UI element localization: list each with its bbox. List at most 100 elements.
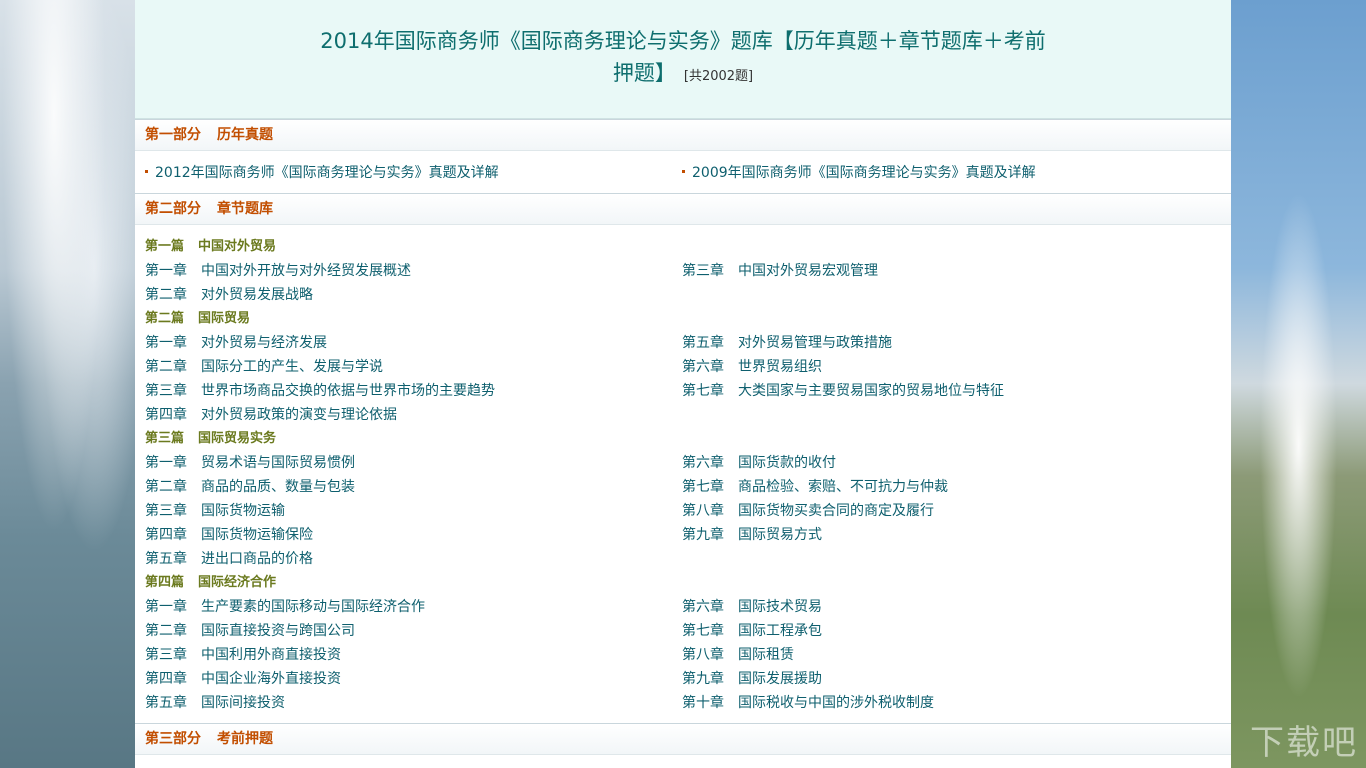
section-name: 考前押题 [217, 731, 273, 747]
question-count: [共2002题] [683, 69, 754, 84]
chapter-link[interactable]: 第四章 国际货物运输保险 [145, 527, 313, 543]
chapter-cell: 第六章 国际货款的收付 [682, 451, 1219, 475]
list-item: 第二章 商品的品质、数量与包装 第七章 商品检验、索赔、不可抗力与仲裁 [145, 475, 1221, 499]
list-item: 第一章 贸易术语与国际贸易惯例 第六章 国际货款的收付 [145, 451, 1221, 475]
chapter-link[interactable]: 第二章 国际直接投资与跨国公司 [145, 623, 355, 639]
link-cell: 2012年国际商务师《国际商务理论与实务》真题及详解 [145, 161, 682, 185]
chapter-cell: 第七章 大类国家与主要贸易国家的贸易地位与特征 [682, 379, 1219, 403]
list-item: 第五章 进出口商品的价格 [145, 547, 1221, 571]
bullet-icon [682, 169, 685, 173]
chapter-cell: 第一章 对外贸易与经济发展 [145, 331, 682, 355]
chapter-link[interactable]: 第二章 国际分工的产生、发展与学说 [145, 359, 383, 375]
list-item: 第一章 生产要素的国际移动与国际经济合作 第六章 国际技术贸易 [145, 595, 1221, 619]
chapter-cell: 第二章 对外贸易发展战略 [145, 283, 682, 307]
chapter-link[interactable]: 第五章 国际间接投资 [145, 695, 285, 711]
list-item: 第四章 对外贸易政策的演变与理论依据 [145, 403, 1221, 427]
list-item: 第三章 中国利用外商直接投资 第八章 国际租赁 [145, 643, 1221, 667]
chapter-link[interactable]: 第六章 国际货款的收付 [682, 455, 836, 471]
chapter-cell: 第四章 国际货物运输保险 [145, 523, 682, 547]
section-label: 第二部分 [145, 201, 201, 217]
chapter-link[interactable]: 第一章 对外贸易与经济发展 [145, 335, 327, 351]
empty-cell [682, 403, 1219, 427]
chapter-link[interactable]: 第八章 国际货物买卖合同的商定及履行 [682, 503, 934, 519]
chapter-cell: 第二章 商品的品质、数量与包装 [145, 475, 682, 499]
chapter-link[interactable]: 第七章 国际工程承包 [682, 623, 822, 639]
list-item: 2012年国际商务师《国际商务理论与实务》真题及详解 2009年国际商务师《国际… [145, 161, 1221, 185]
chapter-link[interactable]: 第一章 贸易术语与国际贸易惯例 [145, 455, 355, 471]
chapter-cell: 第六章 国际技术贸易 [682, 595, 1219, 619]
chapter-link[interactable]: 第三章 国际货物运输 [145, 503, 285, 519]
list-item: 第三章 世界市场商品交换的依据与世界市场的主要趋势 第七章 大类国家与主要贸易国家的… [145, 379, 1221, 403]
section-name: 历年真题 [217, 127, 273, 143]
chapter-cell: 第九章 国际发展援助 [682, 667, 1219, 691]
chapter-cell: 第九章 国际贸易方式 [682, 523, 1219, 547]
chapter-link[interactable]: 第六章 世界贸易组织 [682, 359, 822, 375]
list-item: 第一章 对外贸易与经济发展 第五章 对外贸易管理与政策措施 [145, 331, 1221, 355]
chapter-link[interactable]: 第一章 生产要素的国际移动与国际经济合作 [145, 599, 425, 615]
list-item: 第四章 国际货物运输保险 第九章 国际贸易方式 [145, 523, 1221, 547]
chapter-cell: 第八章 国际货物买卖合同的商定及履行 [682, 499, 1219, 523]
chapter-cell: 第五章 国际间接投资 [145, 691, 682, 715]
list-item: 第一章 中国对外开放与对外经贸发展概述 第三章 中国对外贸易宏观管理 [145, 259, 1221, 283]
background-left-scenery [0, 0, 135, 768]
chapter-cell: 第一章 贸易术语与国际贸易惯例 [145, 451, 682, 475]
chapter-cell: 第六章 世界贸易组织 [682, 355, 1219, 379]
chapter-cell: 第七章 国际工程承包 [682, 619, 1219, 643]
chapter-cell: 第三章 中国利用外商直接投资 [145, 643, 682, 667]
chapter-link[interactable]: 第五章 进出口商品的价格 [145, 551, 313, 567]
section-body-2: 第一篇 中国对外贸易 第一章 中国对外开放与对外经贸发展概述 第三章 中国对外贸易宏观… [135, 225, 1231, 723]
chapter-link[interactable]: 第三章 中国对外贸易宏观管理 [682, 263, 878, 279]
chapter-link[interactable]: 第九章 国际贸易方式 [682, 527, 822, 543]
exam-link-2009[interactable]: 2009年国际商务师《国际商务理论与实务》真题及详解 [692, 165, 1036, 181]
empty-cell [682, 547, 1219, 571]
background-right-scenery: 下载吧 [1231, 0, 1366, 768]
page-title-line2: 押题】 [共2002题] [135, 56, 1231, 94]
chapter-cell: 第一章 中国对外开放与对外经贸发展概述 [145, 259, 682, 283]
chapter-cell: 第三章 世界市场商品交换的依据与世界市场的主要趋势 [145, 379, 682, 403]
exam-link-2012[interactable]: 2012年国际商务师《国际商务理论与实务》真题及详解 [155, 165, 499, 181]
chapter-cell: 第三章 中国对外贸易宏观管理 [682, 259, 1219, 283]
chapter-link[interactable]: 第七章 商品检验、索赔、不可抗力与仲裁 [682, 479, 948, 495]
link-cell: 2009年国际商务师《国际商务理论与实务》真题及详解 [682, 161, 1219, 185]
chapter-link[interactable]: 第三章 世界市场商品交换的依据与世界市场的主要趋势 [145, 383, 495, 399]
chapter-link[interactable]: 第四章 中国企业海外直接投资 [145, 671, 341, 687]
chapter-link[interactable]: 第一章 中国对外开放与对外经贸发展概述 [145, 263, 411, 279]
section-header-2: 第二部分 章节题库 [135, 193, 1231, 225]
chapter-link[interactable]: 第十章 国际税收与中国的涉外税收制度 [682, 695, 934, 711]
chapter-link[interactable]: 第三章 中国利用外商直接投资 [145, 647, 341, 663]
list-item: 第四章 中国企业海外直接投资 第九章 国际发展援助 [145, 667, 1221, 691]
chapter-cell: 第二章 国际分工的产生、发展与学说 [145, 355, 682, 379]
chapter-link[interactable]: 第六章 国际技术贸易 [682, 599, 822, 615]
section-header-3: 第三部分 考前押题 [135, 723, 1231, 755]
section-name: 章节题库 [217, 201, 273, 217]
list-item: 第五章 国际间接投资 第十章 国际税收与中国的涉外税收制度 [145, 691, 1221, 715]
chapter-link[interactable]: 第四章 对外贸易政策的演变与理论依据 [145, 407, 397, 423]
section-body-1: 2012年国际商务师《国际商务理论与实务》真题及详解 2009年国际商务师《国际… [135, 151, 1231, 193]
chapter-cell: 第十章 国际税收与中国的涉外税收制度 [682, 691, 1219, 715]
chapter-cell: 第二章 国际直接投资与跨国公司 [145, 619, 682, 643]
empty-cell [682, 283, 1219, 307]
part-title: 第四篇 国际经济合作 [145, 575, 277, 590]
chapter-cell: 第八章 国际租赁 [682, 643, 1219, 667]
chapter-link[interactable]: 第八章 国际租赁 [682, 647, 794, 663]
part-title: 第一篇 中国对外贸易 [145, 239, 277, 254]
chapter-cell: 第七章 商品检验、索赔、不可抗力与仲裁 [682, 475, 1219, 499]
chapter-link[interactable]: 第九章 国际发展援助 [682, 671, 822, 687]
chapter-link[interactable]: 第二章 对外贸易发展战略 [145, 287, 313, 303]
page-title-line2-text: 押题】 [612, 61, 676, 85]
chapter-link[interactable]: 第二章 商品的品质、数量与包装 [145, 479, 355, 495]
section-label: 第一部分 [145, 127, 201, 143]
chapter-cell: 第一章 生产要素的国际移动与国际经济合作 [145, 595, 682, 619]
chapter-link[interactable]: 第五章 对外贸易管理与政策措施 [682, 335, 892, 351]
content-panel: 2014年国际商务师《国际商务理论与实务》题库【历年真题＋章节题库＋考前 押题】… [135, 0, 1231, 768]
bullet-icon [145, 169, 148, 173]
list-item: 第三章 国际货物运输 第八章 国际货物买卖合同的商定及履行 [145, 499, 1221, 523]
chapter-cell: 第五章 进出口商品的价格 [145, 547, 682, 571]
list-item: 第二章 国际直接投资与跨国公司 第七章 国际工程承包 [145, 619, 1221, 643]
section-label: 第三部分 [145, 731, 201, 747]
page-header: 2014年国际商务师《国际商务理论与实务》题库【历年真题＋章节题库＋考前 押题】… [135, 0, 1231, 119]
page-title-line1: 2014年国际商务师《国际商务理论与实务》题库【历年真题＋章节题库＋考前 [320, 29, 1046, 53]
chapter-cell: 第四章 中国企业海外直接投资 [145, 667, 682, 691]
chapter-link[interactable]: 第七章 大类国家与主要贸易国家的贸易地位与特征 [682, 383, 1004, 399]
watermark-logo: 下载吧 [1250, 723, 1358, 763]
